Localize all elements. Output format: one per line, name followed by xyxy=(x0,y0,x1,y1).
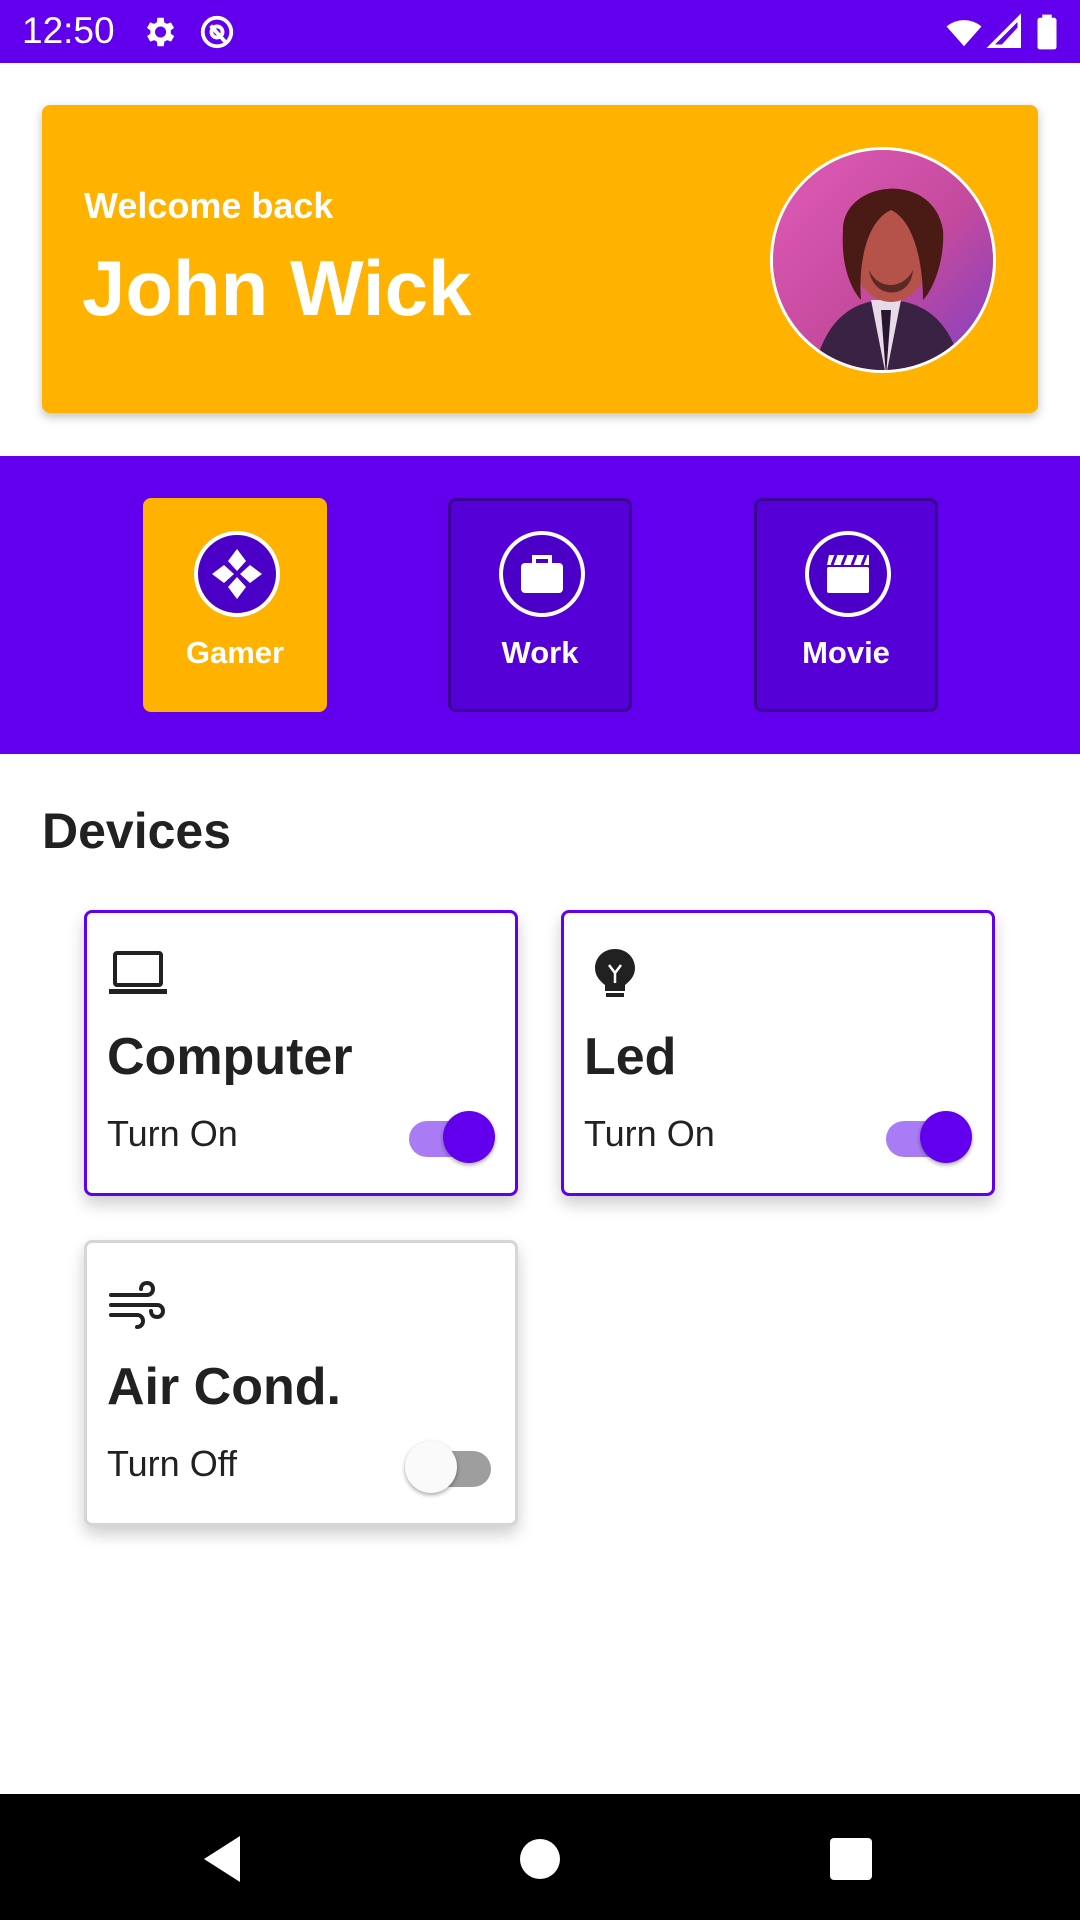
laptop-icon xyxy=(109,951,167,994)
avatar-photo xyxy=(773,150,993,370)
mode-label: Work xyxy=(501,635,579,670)
device-name: Air Cond. xyxy=(107,1358,341,1416)
at-sign-icon xyxy=(200,15,234,49)
wind-icon xyxy=(109,1280,165,1329)
status-bar: 12:50 xyxy=(0,0,1080,63)
device-card-led[interactable]: Led Turn On xyxy=(561,910,995,1196)
signal-icon xyxy=(986,13,1021,48)
device-status: Turn Off xyxy=(107,1443,238,1484)
user-name: John Wick xyxy=(82,244,472,332)
battery-icon xyxy=(1037,14,1057,50)
recents-icon[interactable] xyxy=(816,1824,886,1894)
device-card-computer[interactable]: Computer Turn On xyxy=(84,910,518,1196)
gamepad-icon xyxy=(194,531,280,617)
device-toggle[interactable] xyxy=(882,1109,972,1165)
device-status: Turn On xyxy=(107,1113,238,1154)
switch-thumb xyxy=(920,1111,972,1163)
status-time: 12:50 xyxy=(22,10,115,51)
clapperboard-icon xyxy=(805,531,891,617)
welcome-greeting: Welcome back xyxy=(84,185,334,226)
mode-gamer-button[interactable]: Gamer xyxy=(143,498,327,712)
device-status: Turn On xyxy=(584,1113,715,1154)
mode-label: Gamer xyxy=(185,635,285,670)
switch-thumb xyxy=(405,1441,457,1493)
settings-icon xyxy=(146,17,175,47)
system-nav-bar xyxy=(0,1794,1080,1920)
home-icon[interactable] xyxy=(505,1824,575,1894)
briefcase-icon xyxy=(499,531,585,617)
device-toggle[interactable] xyxy=(405,1439,495,1495)
mode-label: Movie xyxy=(802,635,890,670)
back-icon[interactable] xyxy=(190,1824,260,1894)
switch-thumb xyxy=(443,1111,495,1163)
device-card-air-cond[interactable]: Air Cond. Turn Off xyxy=(84,1240,518,1526)
devices-title: Devices xyxy=(42,803,232,859)
lightbulb-icon xyxy=(595,949,635,997)
wifi-icon xyxy=(946,20,982,47)
device-name: Computer xyxy=(107,1028,353,1086)
mode-movie-button[interactable]: Movie xyxy=(754,498,938,712)
mode-work-button[interactable]: Work xyxy=(448,498,632,712)
device-toggle[interactable] xyxy=(405,1109,495,1165)
welcome-card: Welcome back John Wick xyxy=(42,105,1038,413)
device-name: Led xyxy=(584,1028,677,1086)
mode-selector: Gamer Work Movie xyxy=(0,456,1080,754)
avatar[interactable] xyxy=(770,147,996,373)
